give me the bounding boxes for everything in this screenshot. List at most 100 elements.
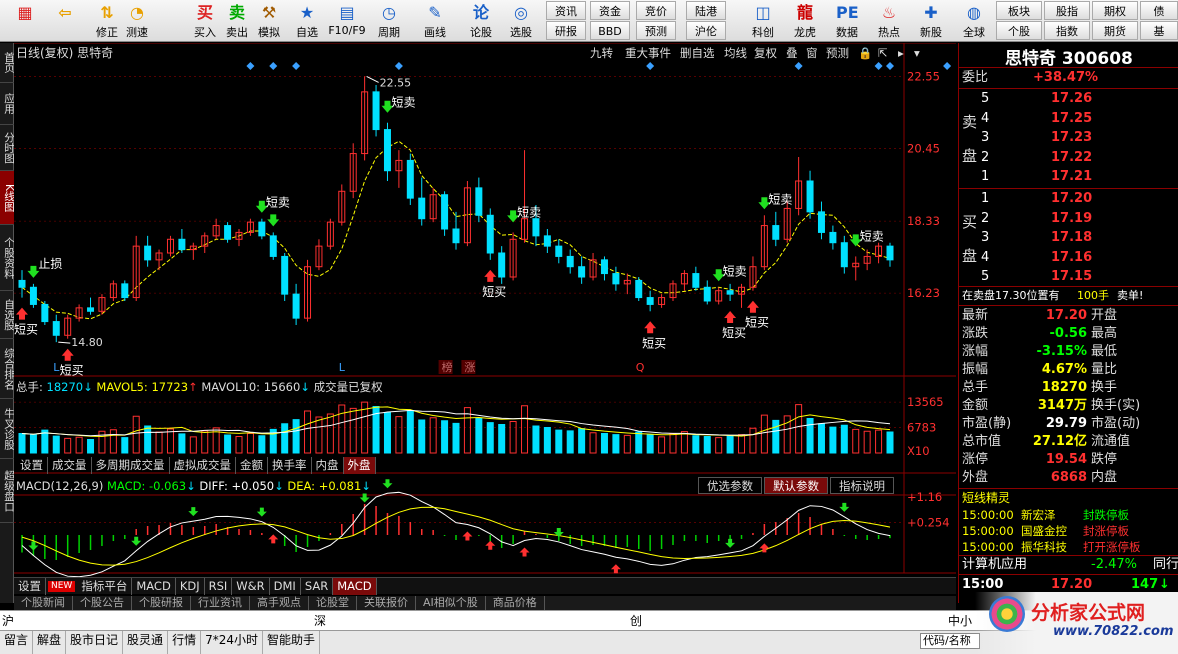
macd-button-2[interactable]: 指标说明: [830, 477, 894, 494]
candle-body[interactable]: [566, 255, 574, 268]
toolbar-speed-button[interactable]: ◔ 测速: [118, 0, 156, 42]
toolbar-f10-button[interactable]: ▤ F10/F9: [328, 0, 366, 42]
volume-tab-1[interactable]: 成交量: [48, 457, 92, 474]
candle-body[interactable]: [532, 218, 540, 237]
volume-tab-5[interactable]: 换手率: [268, 457, 312, 474]
toolbar-pencil-button[interactable]: ✎ 画线: [416, 0, 454, 42]
candle-body[interactable]: [692, 273, 700, 288]
bid-row[interactable]: 1 17.20: [959, 190, 1178, 207]
volume-tab-4[interactable]: 金额: [236, 457, 268, 474]
volume-bar[interactable]: [875, 429, 883, 454]
toolbar-select-button[interactable]: ◎ 选股: [502, 0, 540, 42]
news-tab-0[interactable]: 个股新闻: [14, 596, 73, 610]
news-tab-8[interactable]: 商品价格: [486, 596, 545, 610]
event-diamond-icon[interactable]: [394, 62, 403, 70]
event-marker[interactable]: Q: [636, 361, 645, 374]
news-tab-1[interactable]: 个股公告: [73, 596, 132, 610]
candle-body[interactable]: [498, 252, 506, 278]
volume-bar[interactable]: [338, 404, 346, 454]
status-item-3[interactable]: 股灵通: [123, 631, 169, 654]
candle-body[interactable]: [87, 307, 95, 312]
status-item-6[interactable]: 智能助手: [263, 631, 320, 654]
left-tab-0[interactable]: 首页: [0, 43, 14, 83]
candle-body[interactable]: [806, 180, 814, 213]
news-tab-4[interactable]: 高手观点: [250, 596, 309, 610]
index-sh[interactable]: 沪: [2, 611, 14, 631]
volume-bar[interactable]: [703, 436, 711, 454]
indicator-tab-7[interactable]: DMI: [270, 578, 301, 595]
indicator-tab-3[interactable]: MACD: [132, 578, 176, 595]
status-item-1[interactable]: 解盘: [33, 631, 67, 654]
volume-bar[interactable]: [281, 423, 289, 454]
chart-top-button-1[interactable]: 重大事件: [625, 44, 671, 62]
candle-body[interactable]: [18, 279, 26, 288]
volume-bar[interactable]: [349, 407, 357, 454]
candle-body[interactable]: [452, 228, 460, 244]
candle-body[interactable]: [144, 245, 152, 261]
volume-bar[interactable]: [52, 435, 60, 454]
candle-body[interactable]: [269, 235, 277, 257]
macd-button-1[interactable]: 默认参数: [764, 477, 828, 494]
volume-bar[interactable]: [658, 436, 666, 454]
indicator-tab-8[interactable]: SAR: [301, 578, 334, 595]
candle-body[interactable]: [817, 211, 825, 233]
volume-bar[interactable]: [418, 419, 426, 454]
ask-row[interactable]: 1 17.21: [959, 168, 1178, 185]
volume-bar[interactable]: [452, 422, 460, 454]
volume-bar[interactable]: [64, 437, 72, 454]
volume-bar[interactable]: [18, 433, 26, 454]
volume-bar[interactable]: [29, 434, 37, 454]
toolbar-grid-button[interactable]: 预测: [636, 21, 676, 40]
volume-bar[interactable]: [738, 434, 746, 454]
toolbar-chart-button[interactable]: ◫ 科创: [744, 0, 782, 42]
volume-bar[interactable]: [840, 424, 848, 454]
bid-row[interactable]: 3 17.18: [959, 229, 1178, 246]
toolbar-market-button[interactable]: 基: [1140, 21, 1178, 40]
chart-top-button-4[interactable]: 复权: [754, 44, 777, 62]
event-marker[interactable]: L: [339, 361, 346, 374]
indicator-tab-4[interactable]: KDJ: [176, 578, 205, 595]
volume-tab-0[interactable]: 设置: [16, 457, 48, 474]
news-tab-7[interactable]: AI相似个股: [416, 596, 486, 610]
candle-body[interactable]: [372, 91, 380, 131]
volume-bar[interactable]: [498, 424, 506, 454]
status-item-2[interactable]: 股市日记: [66, 631, 124, 654]
volume-bar[interactable]: [635, 431, 643, 454]
toolbar-grid-button[interactable]: 沪伦: [686, 21, 726, 40]
chart-canvas[interactable]: 22.5520.4518.3316.2322.5514.80短卖短卖短卖止损短卖…: [14, 42, 956, 603]
toolbar-grid-button[interactable]: ▦: [6, 0, 44, 42]
indicator-tab-5[interactable]: RSI: [205, 578, 233, 595]
candle-body[interactable]: [829, 231, 837, 244]
news-tab-5[interactable]: 论股堂: [309, 596, 357, 610]
dropdown-icon[interactable]: ▾: [914, 44, 920, 62]
chart-top-button-7[interactable]: 预测: [826, 44, 849, 62]
indicator-tab-6[interactable]: W&R: [232, 578, 270, 595]
volume-bar[interactable]: [246, 433, 254, 454]
toolbar-market-button[interactable]: 期权: [1092, 1, 1138, 20]
candle-body[interactable]: [646, 297, 654, 305]
volume-bar[interactable]: [166, 428, 174, 454]
toolbar-hammer-button[interactable]: ⚒ 模拟: [250, 0, 288, 42]
candle-body[interactable]: [726, 290, 734, 295]
volume-bar[interactable]: [566, 430, 574, 454]
ask-row[interactable]: 5 17.26: [959, 90, 1178, 107]
volume-tab-6[interactable]: 内盘: [312, 457, 344, 474]
volume-bar[interactable]: [521, 405, 529, 454]
kline-chart-area[interactable]: 22.55 20.45 18.33 16.23 22.55 14.80 短卖 短卖 短卖 止损 短卖…: [14, 42, 956, 603]
status-item-0[interactable]: 留言: [0, 631, 34, 654]
volume-bar[interactable]: [669, 433, 677, 454]
code-search-box[interactable]: 代码/名称: [920, 633, 980, 649]
volume-bar[interactable]: [863, 430, 871, 454]
news-tab-6[interactable]: 关联报价: [357, 596, 416, 610]
lock-icon[interactable]: 🔒: [858, 44, 872, 62]
volume-bar[interactable]: [315, 416, 323, 454]
toolbar-dragon-button[interactable]: 龍龙虎: [786, 0, 824, 42]
volume-bar[interactable]: [395, 416, 403, 454]
toolbar-grid-button[interactable]: 竞价: [636, 1, 676, 20]
status-item-5[interactable]: 7*24小时: [201, 631, 263, 654]
event-diamond-icon[interactable]: [886, 62, 894, 70]
forward-icon[interactable]: ▸: [898, 44, 904, 62]
candle-body[interactable]: [772, 225, 780, 240]
candle-body[interactable]: [600, 259, 608, 275]
volume-bar[interactable]: [715, 437, 723, 454]
